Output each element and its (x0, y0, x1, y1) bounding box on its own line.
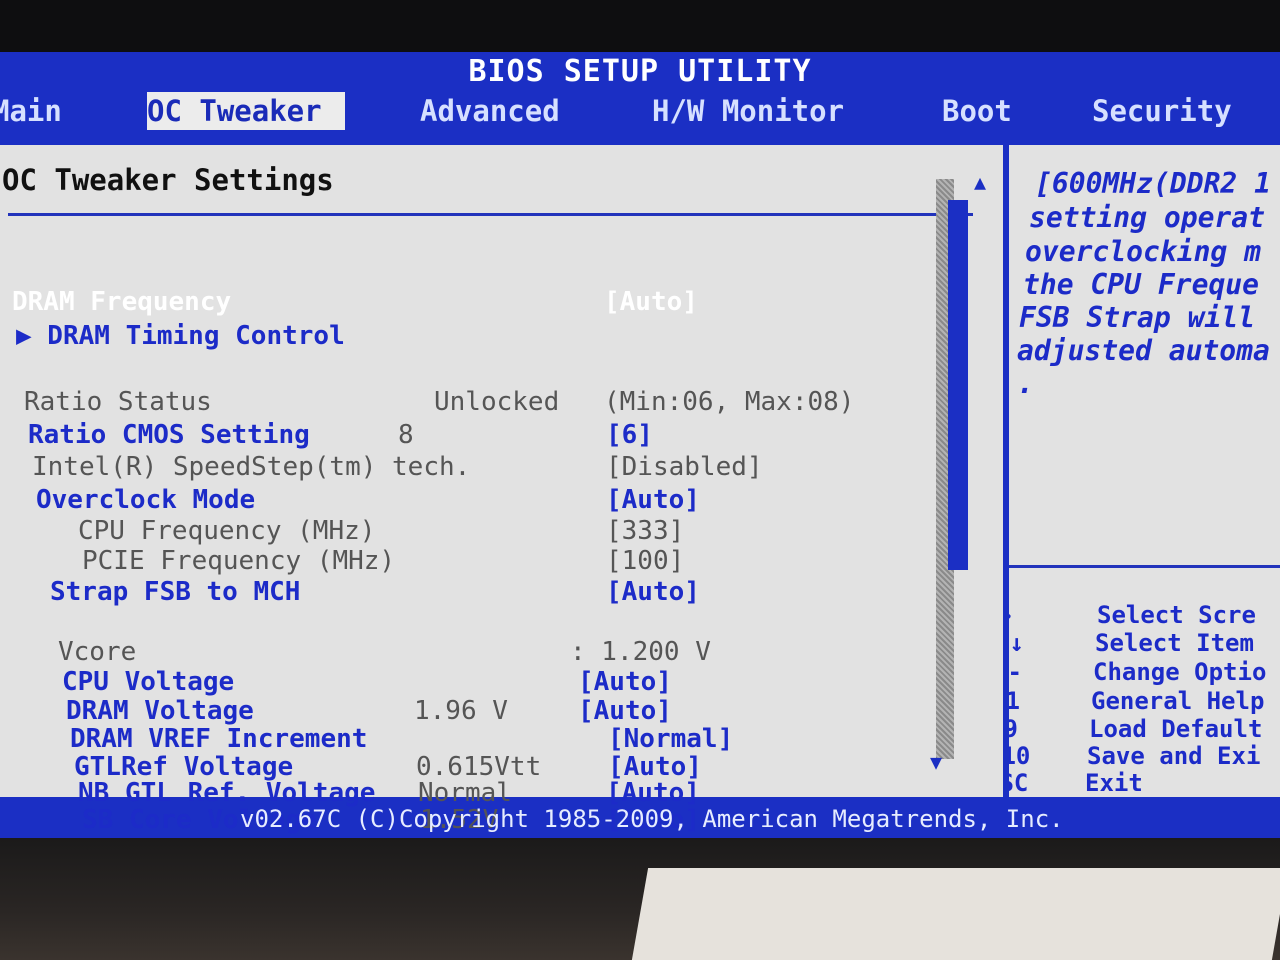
setting-label: DRAM Voltage (66, 696, 254, 726)
scroll-down-arrow-icon[interactable]: ▼ (930, 750, 942, 774)
setting-label: CPU Frequency (MHz) (78, 516, 376, 546)
up-down-arrow-icon: ↑↓ (1009, 629, 1024, 657)
footer-text: v02.67C (C)Copyright 1985-2009, American… (240, 805, 1064, 833)
help-text-line: adjusted automa (1017, 334, 1270, 367)
tab-hw-monitor[interactable]: H/W Monitor (652, 92, 844, 130)
tab-advanced[interactable]: Advanced (420, 92, 560, 130)
key-action: Exit (1085, 769, 1143, 797)
setting-label: Intel(R) SpeedStep(tm) tech. (32, 452, 471, 482)
settings-panel: OC Tweaker Settings DRAM Frequency [Auto… (0, 145, 1003, 835)
key-action: Save and Exi (1087, 742, 1261, 770)
setting-value: [Normal] (608, 724, 734, 754)
setting-label: DRAM Frequency (12, 287, 232, 317)
bios-title: BIOS SETUP UTILITY (468, 54, 812, 89)
key-name: ESC (1009, 769, 1029, 797)
menu-bar: Main OC Tweaker Advanced H/W Monitor Boo… (0, 92, 1280, 132)
scroll-up-arrow-icon[interactable]: ▲ (974, 170, 986, 194)
setting-label: Strap FSB to MCH (50, 577, 301, 607)
help-text-line: overclocking m (1025, 235, 1262, 268)
monitor-bezel-top (0, 0, 1280, 52)
tab-security[interactable]: Security (1092, 92, 1232, 130)
key-action: General Help (1091, 687, 1265, 715)
copyright-footer: v02.67C (C)Copyright 1985-2009, American… (0, 800, 1280, 838)
setting-label: CPU Voltage (62, 667, 235, 697)
scrollbar-thumb[interactable] (948, 200, 968, 570)
desk-surface (631, 868, 1280, 960)
key-name: F1 (1009, 687, 1020, 715)
setting-value: [6] (606, 420, 653, 450)
tab-main[interactable]: Main (0, 92, 62, 130)
setting-value: [100] (606, 546, 685, 576)
key-action: Change Optio (1093, 658, 1267, 686)
setting-current: 1.96 V (414, 696, 508, 726)
key-action: Select Scre (1097, 601, 1256, 629)
setting-value: [Auto] (604, 287, 698, 317)
tab-oc-tweaker[interactable]: OC Tweaker (147, 92, 345, 130)
setting-label: Ratio CMOS Setting (28, 420, 310, 450)
bios-screen: BIOS SETUP UTILITY Main OC Tweaker Advan… (0, 52, 1280, 838)
info-status: Unlocked (434, 387, 560, 417)
help-divider (1009, 565, 1280, 568)
title-divider (8, 213, 973, 216)
left-right-arrow-icon: ↔ (1009, 601, 1011, 629)
panel-title: OC Tweaker Settings (2, 163, 334, 197)
help-text-line: the CPU Freque (1023, 268, 1260, 301)
help-text-line: . (1017, 367, 1034, 400)
key-action: Load Default (1089, 715, 1263, 743)
submenu-label: ▶ DRAM Timing Control (16, 321, 345, 351)
setting-value: [Auto] (606, 485, 700, 515)
setting-value: [Auto] (578, 696, 672, 726)
key-name: +- (1009, 658, 1022, 686)
help-text-line: FSB Strap will (1019, 301, 1256, 334)
setting-label: PCIE Frequency (MHz) (82, 546, 396, 576)
info-label: Vcore (58, 637, 137, 667)
key-action: Select Item (1095, 629, 1254, 657)
info-label: Ratio Status (24, 387, 212, 417)
help-text-line: [600MHz(DDR2 1 (1035, 167, 1272, 200)
help-panel: [600MHz(DDR2 1 setting operat overclocki… (1009, 145, 1280, 797)
setting-label: Overclock Mode (36, 485, 256, 515)
tab-boot[interactable]: Boot (942, 92, 1012, 130)
setting-current: 8 (398, 420, 414, 450)
info-range: (Min:06, Max:08) (604, 387, 855, 417)
help-text-line: setting operat (1029, 201, 1266, 234)
info-value: : 1.200 V (570, 637, 711, 667)
setting-value: [333] (606, 516, 685, 546)
key-name: F10 (1009, 742, 1031, 770)
key-name: F9 (1009, 715, 1018, 743)
setting-value: [Auto] (606, 577, 700, 607)
setting-label: DRAM VREF Increment (70, 724, 368, 754)
setting-value: [Auto] (578, 667, 672, 697)
setting-value: [Disabled] (606, 452, 763, 482)
